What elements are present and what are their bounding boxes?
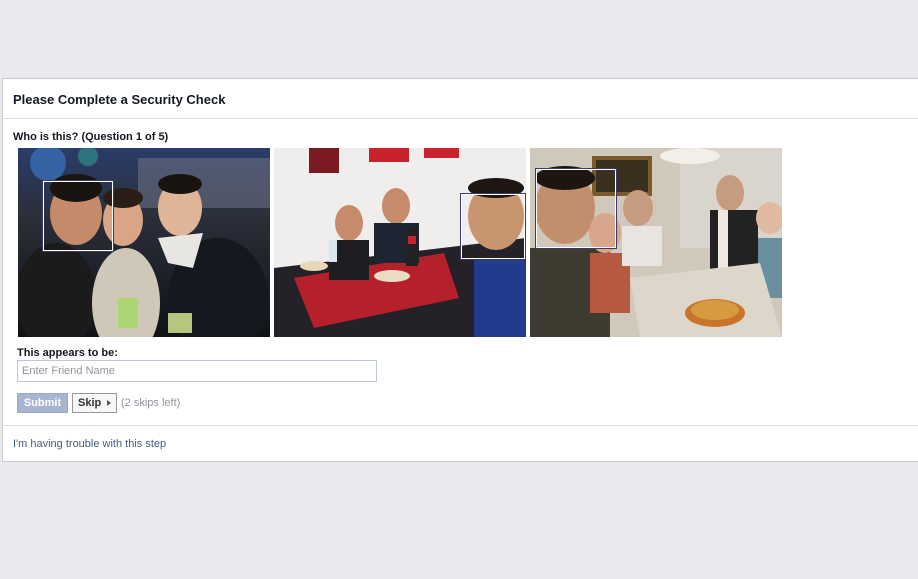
skips-left-text: (2 skips left) <box>121 397 181 409</box>
photo-restaurant-table <box>274 148 526 337</box>
skip-button[interactable]: Skip <box>72 393 117 413</box>
photo-dinner-party <box>530 148 782 337</box>
skip-label: Skip <box>78 397 102 409</box>
question-label: Who is this? (Question 1 of 5) <box>13 131 169 143</box>
dialog-title: Please Complete a Security Check <box>13 92 226 107</box>
face-highlight-box[interactable] <box>42 180 114 252</box>
answer-label: This appears to be: <box>17 347 118 359</box>
divider <box>3 425 918 426</box>
face-highlight-box[interactable] <box>460 193 526 260</box>
face-highlight-box[interactable] <box>535 168 617 249</box>
trouble-link[interactable]: I'm having trouble with this step <box>13 438 166 450</box>
arrow-right-icon <box>107 400 111 406</box>
friend-name-input[interactable] <box>17 360 377 382</box>
security-check-dialog: Please Complete a Security Check Who is … <box>2 78 918 462</box>
submit-button[interactable]: Submit <box>17 393 68 413</box>
divider <box>3 118 918 119</box>
photo-concert-group <box>18 148 270 337</box>
